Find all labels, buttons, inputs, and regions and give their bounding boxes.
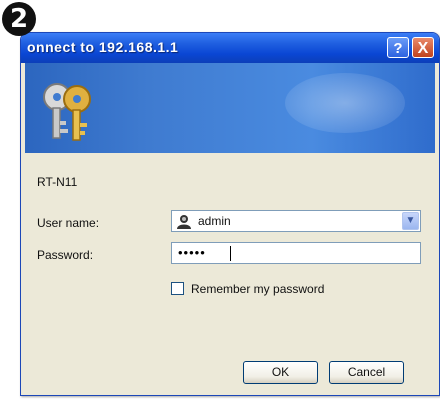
user-name-value: admin xyxy=(198,214,231,228)
keys-icon xyxy=(43,83,91,141)
user-name-label: User name: xyxy=(37,216,100,230)
step-badge: 2 xyxy=(2,2,36,36)
dialog-banner xyxy=(25,63,435,153)
remember-checkbox[interactable] xyxy=(171,282,184,295)
chevron-down-icon[interactable]: ▼ xyxy=(402,212,419,230)
password-value: ••••• xyxy=(178,245,206,260)
close-button[interactable]: X xyxy=(412,37,434,58)
dialog-body: RT-N11 User name: admin ▼ Password: ••••… xyxy=(25,153,435,391)
title-bar[interactable]: onnect to 192.168.1.1 ? X xyxy=(21,33,439,63)
window-title: onnect to 192.168.1.1 xyxy=(27,39,179,55)
server-name: RT-N11 xyxy=(37,175,78,189)
user-icon xyxy=(177,215,191,229)
password-field[interactable]: ••••• xyxy=(171,242,421,264)
login-dialog: onnect to 192.168.1.1 ? X RT-N11 User na… xyxy=(20,32,440,396)
text-caret xyxy=(230,246,231,261)
cancel-button[interactable]: Cancel xyxy=(329,361,404,384)
user-name-combobox[interactable]: admin ▼ xyxy=(171,210,421,232)
help-button[interactable]: ? xyxy=(387,37,409,58)
ok-button[interactable]: OK xyxy=(243,361,318,384)
banner-glow xyxy=(285,73,405,133)
password-label: Password: xyxy=(37,248,94,262)
remember-label[interactable]: Remember my password xyxy=(191,282,324,296)
